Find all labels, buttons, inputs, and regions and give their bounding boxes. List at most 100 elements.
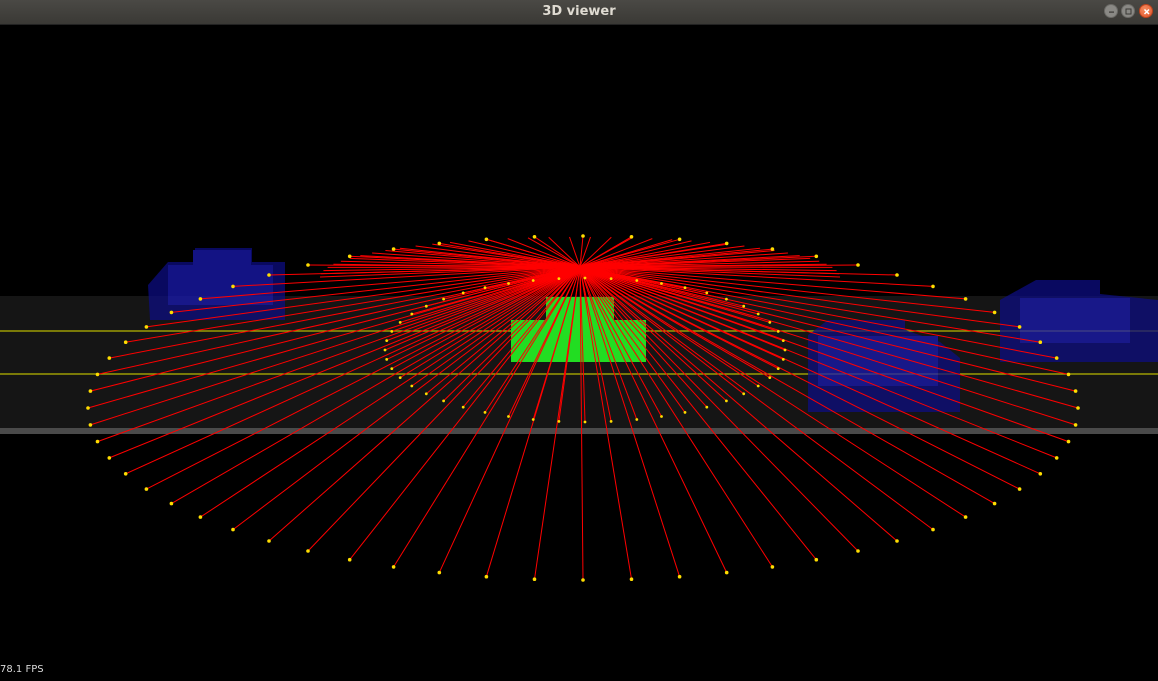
maximize-button[interactable] — [1121, 4, 1135, 18]
lidar-point — [895, 539, 899, 543]
lidar-point — [725, 400, 728, 403]
lidar-point — [533, 235, 537, 239]
lidar-point — [771, 247, 775, 251]
lidar-point — [856, 549, 860, 553]
lidar-point — [533, 577, 537, 581]
lidar-point — [725, 242, 729, 246]
lidar-point — [993, 502, 997, 506]
lidar-point — [782, 339, 785, 342]
lidar-point — [390, 330, 393, 333]
lidar-point — [267, 273, 271, 277]
lidar-point — [532, 279, 535, 282]
lidar-point — [815, 558, 819, 562]
window-titlebar[interactable]: 3D viewer — [0, 0, 1158, 25]
lidar-point — [399, 376, 402, 379]
lidar-point — [484, 286, 487, 289]
lidar-point — [86, 406, 90, 410]
lidar-point — [306, 263, 310, 267]
lidar-point — [635, 418, 638, 421]
lidar-point — [705, 406, 708, 409]
minimize-icon — [1105, 5, 1119, 19]
lidar-point — [768, 376, 771, 379]
lidar-point — [507, 282, 510, 285]
lidar-point — [96, 440, 100, 444]
lidar-point — [385, 358, 388, 361]
lidar-point — [777, 367, 780, 370]
lidar-point — [684, 286, 687, 289]
minimize-button[interactable] — [1104, 4, 1118, 18]
lidar-point — [678, 575, 682, 579]
lidar-point — [384, 349, 387, 352]
lidar-point — [484, 411, 487, 414]
lidar-point — [705, 292, 708, 295]
lidar-point — [462, 292, 465, 295]
lidar-point — [581, 578, 585, 582]
lidar-point — [777, 330, 780, 333]
lidar-point — [392, 247, 396, 251]
lidar-point — [742, 392, 745, 395]
lidar-point — [630, 235, 634, 239]
lidar-point — [507, 415, 510, 418]
lidar-point — [856, 263, 860, 267]
lidar-point — [485, 575, 489, 579]
lidar-point — [782, 358, 785, 361]
lidar-point — [630, 577, 634, 581]
lidar-point — [964, 515, 968, 519]
lidar-point — [931, 528, 935, 532]
fps-counter: 78.1 FPS — [0, 664, 44, 676]
lidar-point — [392, 565, 396, 569]
lidar-point — [757, 385, 760, 388]
lidar-point — [1074, 423, 1078, 427]
lidar-point — [678, 238, 682, 242]
lidar-point — [771, 565, 775, 569]
lidar-point — [1039, 340, 1043, 344]
lidar-point — [108, 356, 112, 360]
lidar-point — [1018, 487, 1022, 491]
lidar-point — [267, 539, 271, 543]
lidar-point — [438, 242, 442, 246]
lidar-point — [931, 285, 935, 289]
lidar-point — [485, 238, 489, 242]
3d-viewport[interactable] — [0, 25, 1158, 677]
lidar-point — [768, 321, 771, 324]
lidar-point — [1076, 406, 1080, 410]
lidar-point — [438, 571, 442, 575]
lidar-point — [410, 313, 413, 316]
lidar-point — [124, 472, 128, 476]
lidar-point — [89, 423, 93, 427]
lidar-point — [815, 254, 819, 258]
lidar-point — [660, 415, 663, 418]
lidar-point — [660, 282, 663, 285]
lidar-point — [124, 340, 128, 344]
lidar-point — [757, 313, 760, 316]
lidar-point — [145, 325, 149, 329]
lidar-point — [442, 298, 445, 301]
lidar-point — [1018, 325, 1022, 329]
lidar-point — [784, 349, 787, 352]
lidar-point — [532, 418, 535, 421]
lidar-point — [425, 392, 428, 395]
lidar-point — [684, 411, 687, 414]
lidar-point — [964, 297, 968, 301]
lidar-point — [199, 297, 203, 301]
close-button[interactable] — [1139, 4, 1153, 18]
lidar-point — [399, 321, 402, 324]
lidar-point — [390, 367, 393, 370]
lidar-point — [410, 385, 413, 388]
lidar-point — [108, 456, 112, 460]
obstacle-right — [1000, 280, 1158, 362]
lidar-point — [1055, 356, 1059, 360]
lidar-point — [170, 502, 174, 506]
lidar-point — [993, 311, 997, 315]
lidar-point — [462, 406, 465, 409]
lidar-point — [742, 305, 745, 308]
lidar-point — [385, 339, 388, 342]
lidar-point — [610, 277, 613, 280]
lidar-point — [145, 487, 149, 491]
lidar-point — [610, 420, 613, 423]
lidar-point — [725, 298, 728, 301]
lidar-point — [348, 558, 352, 562]
scene-canvas — [0, 25, 1158, 677]
lidar-point — [584, 277, 587, 280]
lidar-point — [170, 311, 174, 315]
